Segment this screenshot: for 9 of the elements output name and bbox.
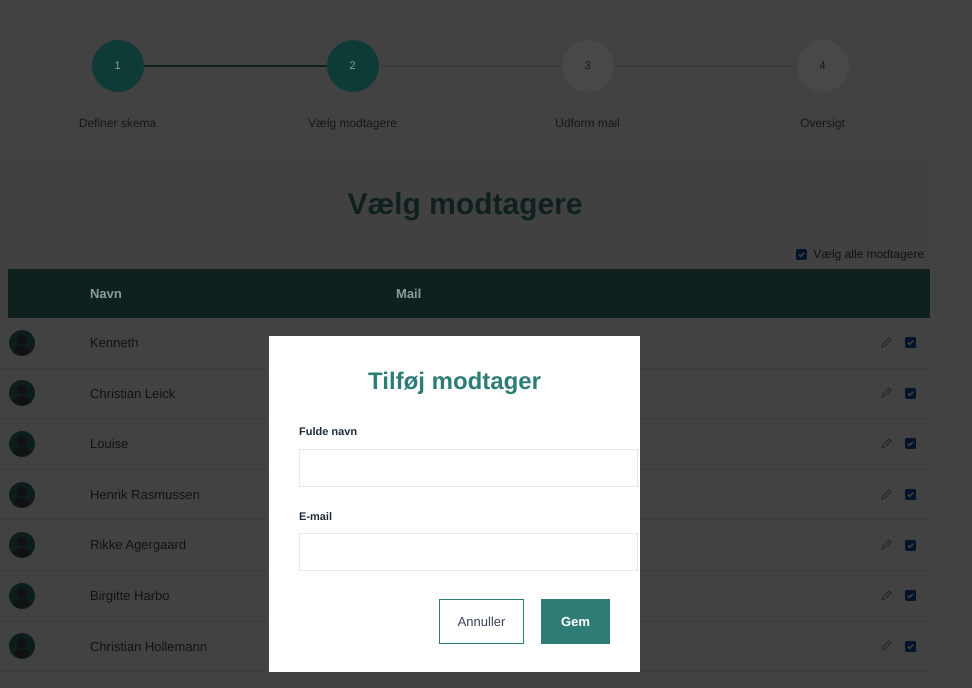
dialog-title: Tilføj modtager (368, 367, 541, 397)
field-label: E-mail (299, 510, 334, 524)
column-header: Mail (396, 284, 422, 303)
cancel-button[interactable]: Annuller (439, 599, 524, 644)
field-label: Fulde navn (299, 425, 358, 440)
save-button[interactable]: Gem (541, 599, 610, 644)
column-header: Navn (90, 284, 123, 303)
input-field[interactable] (299, 448, 638, 486)
input-field[interactable] (299, 533, 638, 571)
